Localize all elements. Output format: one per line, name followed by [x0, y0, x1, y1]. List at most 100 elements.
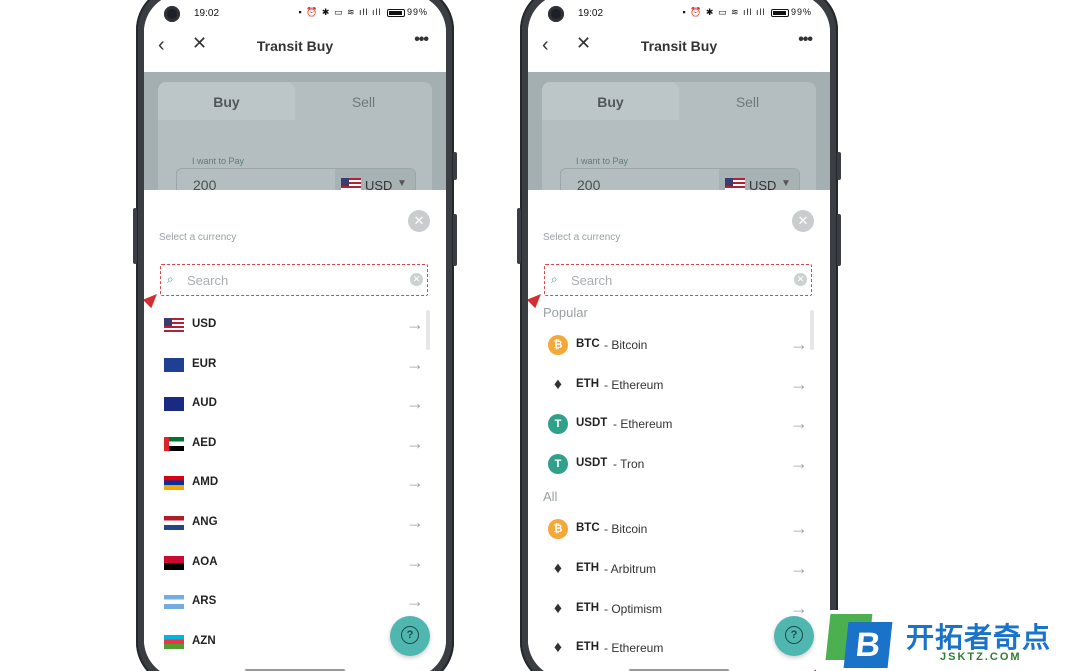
status-icons: ▪ ⏰ ✱ ▭ ≋ ıll ıll 99% — [682, 7, 812, 17]
list-item[interactable]: EUR → — [144, 346, 446, 386]
list-item[interactable]: AED → — [144, 425, 446, 465]
flag-icon — [164, 476, 184, 491]
trade-card: Buy Sell I want to Pay 200 USD ▼ — [158, 82, 432, 202]
crypto-list: Popular ₿ BTC - Bitcoin → ♦ ETH - Ethereum → T USD… — [528, 300, 830, 669]
btc-icon: ₿ — [548, 335, 568, 355]
app-bar: ‹ ✕ Transit Buy ••• — [528, 24, 830, 72]
screen: 19:02 ▪ ⏰ ✱ ▭ ≋ ıll ıll 99% ‹ ✕ Transit … — [144, 0, 446, 671]
dimmed-background: Buy Sell I want to Pay 200 USD ▼ — [144, 72, 446, 202]
pay-label: I want to Pay — [576, 156, 629, 166]
pay-label: I want to Pay — [192, 156, 245, 166]
arrow-right-icon: → — [790, 557, 808, 578]
battery-icon — [386, 8, 405, 17]
currency-sheet: ✕ Select a currency ⌕ ✕ Popular ₿ BTC - Bit… — [528, 190, 830, 671]
currency-code: USD — [192, 318, 217, 330]
flag-icon — [164, 555, 184, 570]
phone-side-button — [837, 152, 841, 180]
arrow-right-icon: → — [406, 551, 424, 572]
dimmed-background: Buy Sell I want to Pay 200 USD ▼ — [528, 72, 830, 202]
eth-icon: ♦ — [553, 639, 563, 657]
help-button[interactable]: ? — [774, 616, 814, 656]
tab-buy[interactable]: Buy — [542, 82, 679, 120]
coin-code: ETH — [576, 601, 599, 614]
btc-icon: ₿ — [548, 519, 568, 540]
status-icons: ▪ ⏰ ✱ ▭ ≋ ıll ıll 99% — [298, 7, 428, 17]
list-item[interactable]: ARS → — [144, 583, 446, 623]
page-title: Transit Buy — [256, 38, 334, 54]
sheet-label: Select a currency — [159, 232, 237, 243]
sheet-close-icon[interactable]: ✕ — [792, 210, 814, 232]
coin-network: - Ethereum — [604, 377, 664, 392]
list-item[interactable]: AMD → — [144, 464, 446, 504]
coin-network: - Ethereum — [613, 417, 673, 432]
battery-level: 99% — [406, 7, 428, 17]
phone-side-button — [837, 214, 841, 266]
phone-side-button — [517, 208, 521, 264]
coin-network: - Bitcoin — [604, 338, 648, 352]
list-item[interactable]: AUD → — [144, 385, 446, 425]
watermark-logo: B — [825, 614, 893, 668]
sheet-close-icon[interactable]: ✕ — [408, 210, 430, 232]
tab-buy[interactable]: Buy — [158, 82, 295, 120]
search-box: ⌕ ✕ — [160, 264, 428, 296]
search-box: ⌕ ✕ — [544, 264, 812, 296]
coin-network: - Optimism — [604, 601, 662, 616]
currency-code: AUD — [192, 397, 217, 410]
list-item[interactable]: T USDT - Tron → — [528, 445, 830, 485]
arrow-right-icon: → — [406, 511, 424, 532]
clear-icon[interactable]: ✕ — [794, 273, 807, 286]
list-item[interactable]: ♦ ETH - Ethereum → — [528, 366, 830, 406]
currency-list: USD→EUR→AUD→AED→AMD→ANG→AOA→ARS→AZN→ — [144, 306, 446, 662]
arrow-right-icon: → — [406, 472, 424, 493]
flag-icon — [164, 318, 184, 332]
coin-code: BTC — [576, 522, 600, 535]
battery-icon — [770, 8, 789, 17]
search-input[interactable] — [571, 269, 771, 291]
list-item[interactable]: T USDT - Ethereum → — [528, 405, 830, 445]
phone-left: 19:02 ▪ ⏰ ✱ ▭ ≋ ıll ıll 99% ‹ ✕ Transit … — [133, 0, 457, 671]
usdt-icon: T — [548, 414, 568, 435]
flag-icon — [164, 436, 184, 451]
list-item[interactable]: USD → — [144, 306, 446, 346]
tab-sell[interactable]: Sell — [679, 82, 816, 120]
list-item[interactable]: ANG → — [144, 504, 446, 544]
more-icon[interactable]: ••• — [798, 31, 813, 49]
currency-code: EUR — [192, 357, 217, 370]
coin-code: ETH — [576, 561, 599, 574]
status-time: 19:02 — [578, 8, 604, 19]
coin-network: - Tron — [613, 456, 645, 471]
arrow-right-icon: → — [406, 353, 424, 374]
arrow-right-icon: → — [406, 432, 424, 453]
caret-down-icon: ▼ — [397, 178, 407, 189]
currency-code: ARS — [192, 595, 217, 608]
coin-network: - Bitcoin — [604, 522, 648, 537]
section-popular: Popular — [543, 305, 588, 320]
tab-sell[interactable]: Sell — [295, 82, 432, 120]
list-item[interactable]: ♦ ETH - Arbitrum → — [528, 550, 830, 590]
flag-icon — [164, 357, 184, 372]
clear-icon[interactable]: ✕ — [410, 273, 423, 286]
currency-code: AMD — [192, 476, 219, 489]
arrow-right-icon: → — [790, 518, 808, 539]
usdt-icon: T — [548, 453, 568, 474]
section-all: All — [543, 489, 558, 505]
list-item[interactable]: ₿ BTC - Bitcoin → — [528, 510, 830, 550]
coin-code: ETH — [576, 377, 599, 390]
camera-icon — [548, 6, 564, 22]
arrow-right-icon: → — [406, 393, 424, 414]
coin-code: USDT — [576, 456, 608, 469]
page-title: Transit Buy — [640, 38, 718, 54]
eth-icon: ♦ — [553, 375, 563, 393]
list-item[interactable]: AOA → — [144, 544, 446, 584]
more-icon[interactable]: ••• — [414, 31, 429, 49]
help-button[interactable]: ? — [390, 616, 430, 656]
search-icon: ⌕ — [551, 272, 558, 286]
arrow-right-icon: → — [406, 314, 424, 334]
coin-network: - Arbitrum — [604, 561, 657, 576]
coin-code: USDT — [576, 417, 608, 430]
currency-code: AOA — [192, 555, 218, 568]
arrow-right-icon: → — [790, 452, 808, 473]
list-item[interactable]: ₿ BTC - Bitcoin → — [528, 326, 830, 366]
flag-icon — [164, 515, 184, 530]
search-input[interactable] — [187, 269, 387, 291]
